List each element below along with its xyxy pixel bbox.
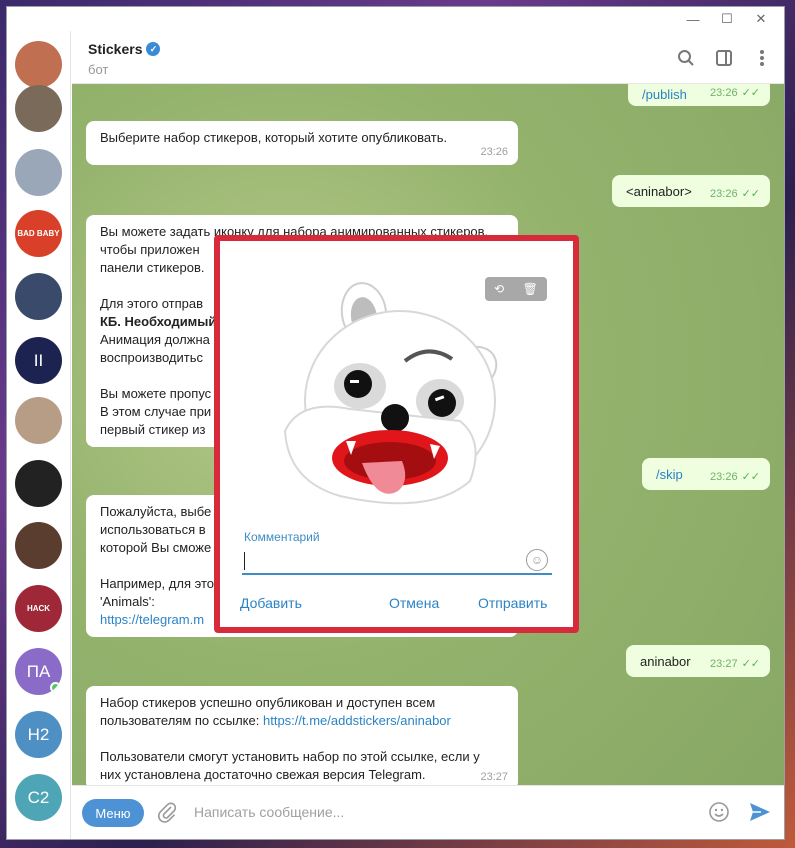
message-out: /skip 23:26 ✓✓: [642, 458, 770, 490]
read-checks-icon: ✓✓: [741, 658, 760, 670]
message-out: /publish 23:26 ✓✓: [628, 84, 770, 106]
read-checks-icon: ✓✓: [741, 87, 760, 99]
message-in: Набор стикеров успешно опубликован и дос…: [86, 686, 518, 785]
message-link[interactable]: https://t.me/addstickers/aninabor: [263, 713, 451, 728]
message-line: Пользователи смогут установить набор по …: [100, 749, 480, 764]
message-text[interactable]: /skip: [656, 467, 683, 482]
chat-avatar[interactable]: ПА: [15, 648, 62, 695]
message-text: aninabor: [640, 654, 691, 669]
search-icon[interactable]: [674, 46, 698, 70]
message-in: Выберите набор стикеров, который хотите …: [86, 121, 518, 165]
maximize-button[interactable]: ☐: [710, 7, 744, 31]
chat-avatar[interactable]: [15, 273, 62, 320]
message-time: 23:26: [710, 87, 738, 99]
chat-avatar[interactable]: BAD BABY: [15, 210, 62, 257]
chat-subtitle: бот: [88, 62, 109, 77]
chat-avatar[interactable]: [15, 149, 62, 196]
more-icon[interactable]: [750, 46, 774, 70]
chat-list-sidebar: BAD BABY II HACK ПА Н2 С2: [7, 31, 71, 839]
chat-avatar[interactable]: [15, 460, 62, 507]
send-button[interactable]: Отправить: [478, 595, 547, 611]
online-indicator: [50, 682, 61, 693]
chat-avatar[interactable]: С2: [15, 774, 62, 821]
chat-avatar[interactable]: [15, 41, 62, 88]
message-text: <aninabor>: [626, 184, 692, 199]
read-checks-icon: ✓✓: [741, 188, 760, 200]
avatar-label: Н2: [27, 724, 50, 744]
close-button[interactable]: ✕: [744, 7, 778, 31]
message-line: них установлена достаточно свежая версия…: [100, 767, 426, 782]
message-time: 23:27: [480, 771, 508, 783]
message-text[interactable]: /publish: [642, 87, 687, 102]
message-out: aninabor 23:27 ✓✓: [626, 645, 770, 677]
message-input[interactable]: Написать сообщение...: [194, 804, 344, 820]
caption-input[interactable]: ☺: [242, 549, 552, 575]
bot-menu-button[interactable]: Меню: [82, 799, 144, 827]
avatar-label: ПА: [26, 661, 51, 681]
message-time: 23:26: [710, 188, 738, 200]
chat-avatar[interactable]: [15, 397, 62, 444]
chat-title[interactable]: Stickers ✓: [88, 41, 161, 57]
caption-label: Комментарий: [244, 530, 320, 544]
message-out: <aninabor> 23:26 ✓✓: [612, 175, 770, 207]
message-line: Набор стикеров успешно опубликован и дос…: [100, 695, 436, 710]
highlight-frame: ⟲ 🗑 Комментарий ☺ Добавить Отмена Отправ…: [214, 235, 579, 633]
minimize-button[interactable]: —: [676, 7, 710, 31]
chat-avatar[interactable]: HACK: [15, 585, 62, 632]
avatar-label: С2: [27, 787, 50, 807]
add-button[interactable]: Добавить: [240, 595, 302, 611]
chat-avatar[interactable]: [15, 85, 62, 132]
message-time: 23:26: [710, 471, 738, 483]
send-icon[interactable]: [748, 800, 774, 826]
chat-avatar[interactable]: Н2: [15, 711, 62, 758]
avatar-label: BAD BABY: [17, 229, 60, 238]
chat-header: Stickers ✓ бот: [72, 31, 784, 84]
message-composer: Меню Написать сообщение...: [72, 785, 784, 839]
titlebar: — ☐ ✕: [7, 7, 784, 31]
avatar-label: II: [33, 350, 44, 370]
sticker-preview: [280, 281, 510, 521]
send-sticker-dialog: ⟲ 🗑 Комментарий ☺ Добавить Отмена Отправ…: [218, 239, 575, 629]
message-time: 23:27: [710, 658, 738, 670]
message-time: 23:26: [480, 146, 508, 158]
paperclip-icon[interactable]: [156, 801, 180, 825]
chat-avatar[interactable]: [15, 522, 62, 569]
avatar-label: HACK: [26, 604, 51, 613]
sidebar-toggle-icon[interactable]: [712, 46, 736, 70]
emoji-icon[interactable]: [708, 801, 732, 825]
message-text: Выберите набор стикеров, который хотите …: [100, 130, 448, 145]
read-checks-icon: ✓✓: [741, 471, 760, 483]
chat-avatar[interactable]: II: [15, 337, 62, 384]
emoji-icon[interactable]: ☺: [526, 549, 548, 571]
cancel-button[interactable]: Отмена: [389, 595, 439, 611]
chat-title-text: Stickers: [88, 41, 143, 57]
verified-icon: ✓: [146, 42, 161, 56]
message-line: пользователям по ссылке:: [100, 713, 263, 728]
trash-icon[interactable]: 🗑: [523, 282, 538, 296]
